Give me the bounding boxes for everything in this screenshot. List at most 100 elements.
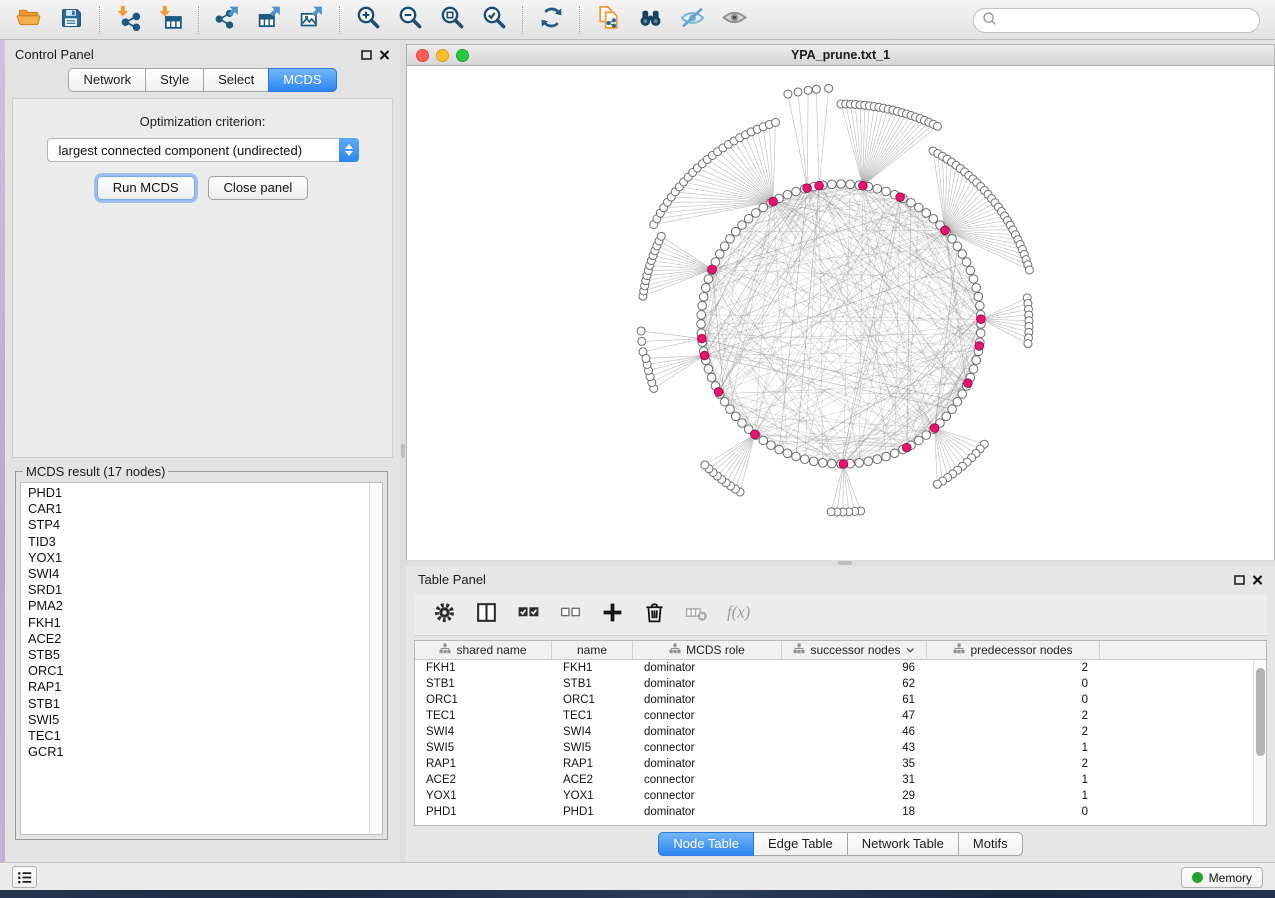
memory-label: Memory	[1209, 871, 1252, 885]
cell-successor-nodes: 46	[782, 724, 927, 740]
first-neighbors-button[interactable]	[629, 3, 671, 37]
cell-shared-name: ORC1	[415, 692, 552, 708]
trash-button[interactable]	[638, 599, 670, 631]
mcds-result-list[interactable]: PHD1CAR1STP4TID3YOX1SWI4SRD1PMA2FKH1ACE2…	[20, 482, 383, 835]
cell-successor-nodes: 31	[782, 772, 927, 788]
mcds-result-item[interactable]: GCR1	[28, 744, 382, 760]
mcds-result-item[interactable]: SWI5	[28, 712, 382, 728]
cell-name: TEC1	[552, 708, 633, 724]
toolbar-separator	[99, 6, 100, 34]
mcds-result-item[interactable]: STB1	[28, 696, 382, 712]
mcds-result-item[interactable]: ORC1	[28, 663, 382, 679]
tab-network[interactable]: Network	[68, 68, 146, 92]
network-graph[interactable]	[407, 66, 1274, 560]
mcds-result-item[interactable]: PHD1	[28, 485, 382, 501]
network-canvas[interactable]	[406, 66, 1275, 560]
table-row[interactable]: TEC1TEC1connector472	[415, 708, 1266, 724]
save-button[interactable]	[50, 3, 92, 37]
select-all-button[interactable]	[512, 599, 544, 631]
search-box[interactable]	[973, 8, 1260, 33]
table-toolbar: f(x)	[414, 594, 1267, 636]
close-panel-button[interactable]: Close panel	[208, 176, 309, 200]
tab-select[interactable]: Select	[203, 68, 269, 92]
mcds-result-item[interactable]: YOX1	[28, 550, 382, 566]
table-row[interactable]: SWI4SWI4dominator462	[415, 724, 1266, 740]
gear-button[interactable]	[428, 599, 460, 631]
network-window: YPA_prune.txt_1	[406, 44, 1275, 560]
column-header-predecessor-nodes[interactable]: predecessor nodes	[927, 641, 1100, 659]
table-row[interactable]: YOX1YOX1connector291	[415, 788, 1266, 804]
new-network-from-selection-icon	[595, 4, 622, 36]
memory-button[interactable]: Memory	[1181, 867, 1263, 888]
close-window-button[interactable]	[416, 49, 429, 62]
zoom-selected-button[interactable]	[473, 3, 515, 37]
task-history-button[interactable]	[12, 866, 37, 888]
mcds-result-item[interactable]: TEC1	[28, 728, 382, 744]
column-type-icon	[953, 643, 965, 657]
show-all-button[interactable]	[713, 3, 755, 37]
table-row[interactable]: RAP1RAP1dominator352	[415, 756, 1266, 772]
search-input[interactable]	[1002, 13, 1251, 29]
network-title: YPA_prune.txt_1	[791, 48, 890, 62]
cell-shared-name: SWI5	[415, 740, 552, 756]
columns-button[interactable]	[470, 599, 502, 631]
import-network-button[interactable]	[107, 3, 149, 37]
table-tab-edge-table[interactable]: Edge Table	[753, 832, 848, 856]
refresh-button[interactable]	[530, 3, 572, 37]
mcds-result-item[interactable]: SWI4	[28, 566, 382, 582]
export-network-button[interactable]	[206, 3, 248, 37]
import-table-button[interactable]	[149, 3, 191, 37]
column-header-MCDS-role[interactable]: MCDS role	[633, 641, 782, 659]
table-row[interactable]: FKH1FKH1dominator962	[415, 660, 1266, 676]
table-row[interactable]: PHD1PHD1dominator180	[415, 804, 1266, 820]
table-scrollbar[interactable]	[1253, 660, 1266, 825]
column-header-successor-nodes[interactable]: successor nodes	[782, 641, 927, 659]
maximize-window-button[interactable]	[456, 49, 469, 62]
mcds-result-item[interactable]: CAR1	[28, 501, 382, 517]
hide-selected-button[interactable]	[671, 3, 713, 37]
table-tab-network-table[interactable]: Network Table	[847, 832, 959, 856]
export-table-button[interactable]	[248, 3, 290, 37]
mcds-result-item[interactable]: STB5	[28, 647, 382, 663]
mcds-result-item[interactable]: RAP1	[28, 679, 382, 695]
zoom-fit-button[interactable]	[431, 3, 473, 37]
column-header-shared-name[interactable]: shared name	[415, 641, 552, 659]
table-row[interactable]: ACE2ACE2connector311	[415, 772, 1266, 788]
table-tab-motifs[interactable]: Motifs	[958, 832, 1023, 856]
export-image-button[interactable]	[290, 3, 332, 37]
table-tab-node-table[interactable]: Node Table	[658, 832, 754, 856]
list-scrollbar[interactable]	[369, 483, 382, 834]
cell-name: ACE2	[552, 772, 633, 788]
new-network-from-selection-button[interactable]	[587, 3, 629, 37]
add-button[interactable]	[596, 599, 628, 631]
float-panel-icon[interactable]	[361, 48, 372, 60]
table-scrollbar-thumb[interactable]	[1256, 668, 1265, 756]
table-row[interactable]: ORC1ORC1dominator610	[415, 692, 1266, 708]
svg-text:f(x): f(x)	[727, 602, 751, 621]
network-titlebar[interactable]: YPA_prune.txt_1	[406, 44, 1275, 66]
open-button[interactable]	[8, 3, 50, 37]
close-panel-icon[interactable]	[379, 48, 390, 60]
optimization-criterion-select[interactable]: largest connected component (undirected)	[47, 138, 359, 162]
mcds-result-item[interactable]: ACE2	[28, 631, 382, 647]
float-table-panel-icon[interactable]	[1234, 573, 1245, 585]
tab-mcds[interactable]: MCDS	[268, 68, 336, 92]
mcds-result-item[interactable]: FKH1	[28, 615, 382, 631]
run-mcds-button[interactable]: Run MCDS	[97, 176, 195, 200]
unselect-all-button[interactable]	[554, 599, 586, 631]
cell-name: FKH1	[552, 660, 633, 676]
toolbar-separator	[339, 6, 340, 34]
table-row[interactable]: SWI5SWI5connector431	[415, 740, 1266, 756]
mcds-result-item[interactable]: SRD1	[28, 582, 382, 598]
zoom-in-button[interactable]	[347, 3, 389, 37]
tab-style[interactable]: Style	[145, 68, 204, 92]
cell-MCDS-role: connector	[633, 740, 782, 756]
mcds-result-item[interactable]: PMA2	[28, 598, 382, 614]
mcds-result-item[interactable]: TID3	[28, 534, 382, 550]
table-row[interactable]: STB1STB1dominator620	[415, 676, 1266, 692]
zoom-out-button[interactable]	[389, 3, 431, 37]
column-header-name[interactable]: name	[552, 641, 633, 659]
close-table-panel-icon[interactable]	[1252, 573, 1263, 585]
mcds-result-item[interactable]: STP4	[28, 517, 382, 533]
minimize-window-button[interactable]	[436, 49, 449, 62]
